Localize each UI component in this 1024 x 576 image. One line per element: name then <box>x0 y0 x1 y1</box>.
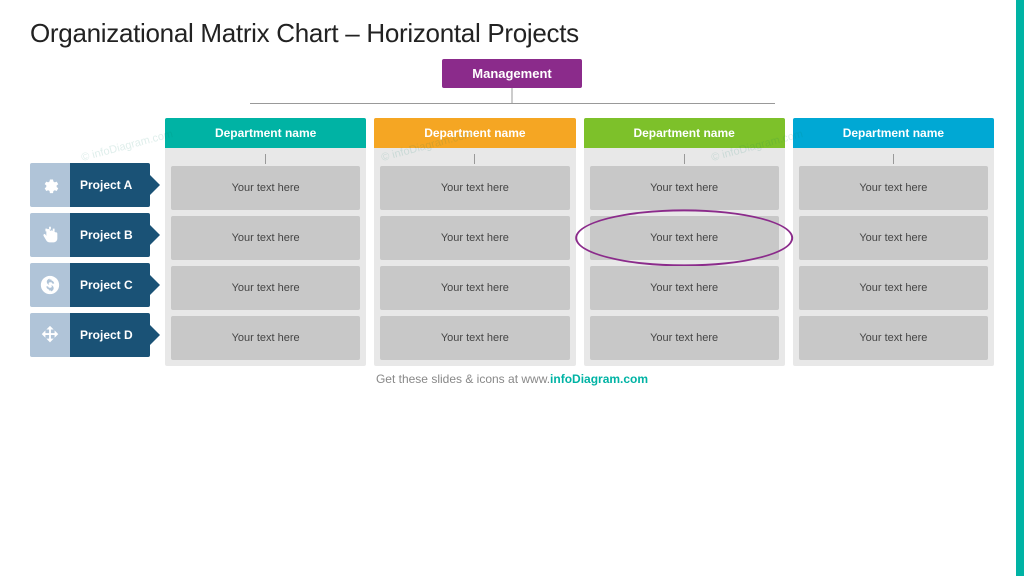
cell-4-1[interactable]: Your text here <box>799 216 988 260</box>
project-d-arrow <box>150 325 160 345</box>
project-b-arrow <box>150 225 160 245</box>
project-row-c: Project C <box>30 263 160 307</box>
dept-header-1: Department name <box>165 118 366 148</box>
project-a-icon <box>30 163 70 207</box>
cell-4-2[interactable]: Your text here <box>799 266 988 310</box>
cell-3-2[interactable]: Your text here <box>590 266 779 310</box>
dept-4-cells: Your text here Your text here Your text … <box>793 166 994 360</box>
departments-area: Department name Your text here Your text… <box>165 118 994 366</box>
cell-2-2[interactable]: Your text here <box>380 266 569 310</box>
cell-1-2[interactable]: Your text here <box>171 266 360 310</box>
cell-2-1[interactable]: Your text here <box>380 216 569 260</box>
right-accent-bar <box>1016 0 1024 576</box>
management-box: Management <box>442 59 581 88</box>
dept-header-4: Department name <box>793 118 994 148</box>
project-c-arrow <box>150 275 160 295</box>
cell-1-0[interactable]: Your text here <box>171 166 360 210</box>
project-d-label: Project D <box>70 313 150 357</box>
projects-column: Project A Project B <box>30 118 160 357</box>
dept-1-cells: Your text here Your text here Your text … <box>165 166 366 360</box>
main-grid: Project A Project B <box>30 118 994 366</box>
cell-2-0[interactable]: Your text here <box>380 166 569 210</box>
project-d-icon <box>30 313 70 357</box>
arrows-icon <box>39 324 61 346</box>
dept-2-connector <box>474 154 475 164</box>
dept-col-3: Department name Your text here Your text… <box>584 118 785 366</box>
management-row: Management <box>442 59 581 88</box>
cell-4-3[interactable]: Your text here <box>799 316 988 360</box>
dept-col-4: Department name Your text here Your text… <box>793 118 994 366</box>
footer: Get these slides & icons at www.infoDiag… <box>376 372 648 386</box>
dept-header-3: Department name <box>584 118 785 148</box>
project-b-icon <box>30 213 70 257</box>
connector-top <box>162 88 862 118</box>
project-c-icon <box>30 263 70 307</box>
page-title: Organizational Matrix Chart – Horizontal… <box>30 18 994 49</box>
dept-3-cells: Your text here Your text here Your text … <box>584 166 785 360</box>
gear-icon <box>39 174 61 196</box>
dept-1-connector <box>265 154 266 164</box>
cell-3-0[interactable]: Your text here <box>590 166 779 210</box>
project-a-arrow <box>150 175 160 195</box>
footer-brand: infoDiagram.com <box>550 372 648 386</box>
hand-icon <box>39 224 61 246</box>
project-c-label: Project C <box>70 263 150 307</box>
project-a-label: Project A <box>70 163 150 207</box>
cell-3-1-highlighted[interactable]: Your text here <box>590 216 779 260</box>
chart-area: Management Project A <box>30 59 994 566</box>
cell-4-0[interactable]: Your text here <box>799 166 988 210</box>
project-row-d: Project D <box>30 313 160 357</box>
project-row-a: Project A <box>30 163 160 207</box>
dept-2-cells: Your text here Your text here Your text … <box>374 166 575 360</box>
cell-1-3[interactable]: Your text here <box>171 316 360 360</box>
dept-3-connector <box>684 154 685 164</box>
dollar-icon <box>39 274 61 296</box>
page: Organizational Matrix Chart – Horizontal… <box>0 0 1024 576</box>
cell-3-3[interactable]: Your text here <box>590 316 779 360</box>
project-b-label: Project B <box>70 213 150 257</box>
footer-text: Get these slides & icons at www. <box>376 372 550 386</box>
project-row-b: Project B <box>30 213 160 257</box>
dept-col-2: Department name Your text here Your text… <box>374 118 575 366</box>
cell-1-1[interactable]: Your text here <box>171 216 360 260</box>
dept-4-connector <box>893 154 894 164</box>
cell-2-3[interactable]: Your text here <box>380 316 569 360</box>
dept-col-1: Department name Your text here Your text… <box>165 118 366 366</box>
dept-header-2: Department name <box>374 118 575 148</box>
